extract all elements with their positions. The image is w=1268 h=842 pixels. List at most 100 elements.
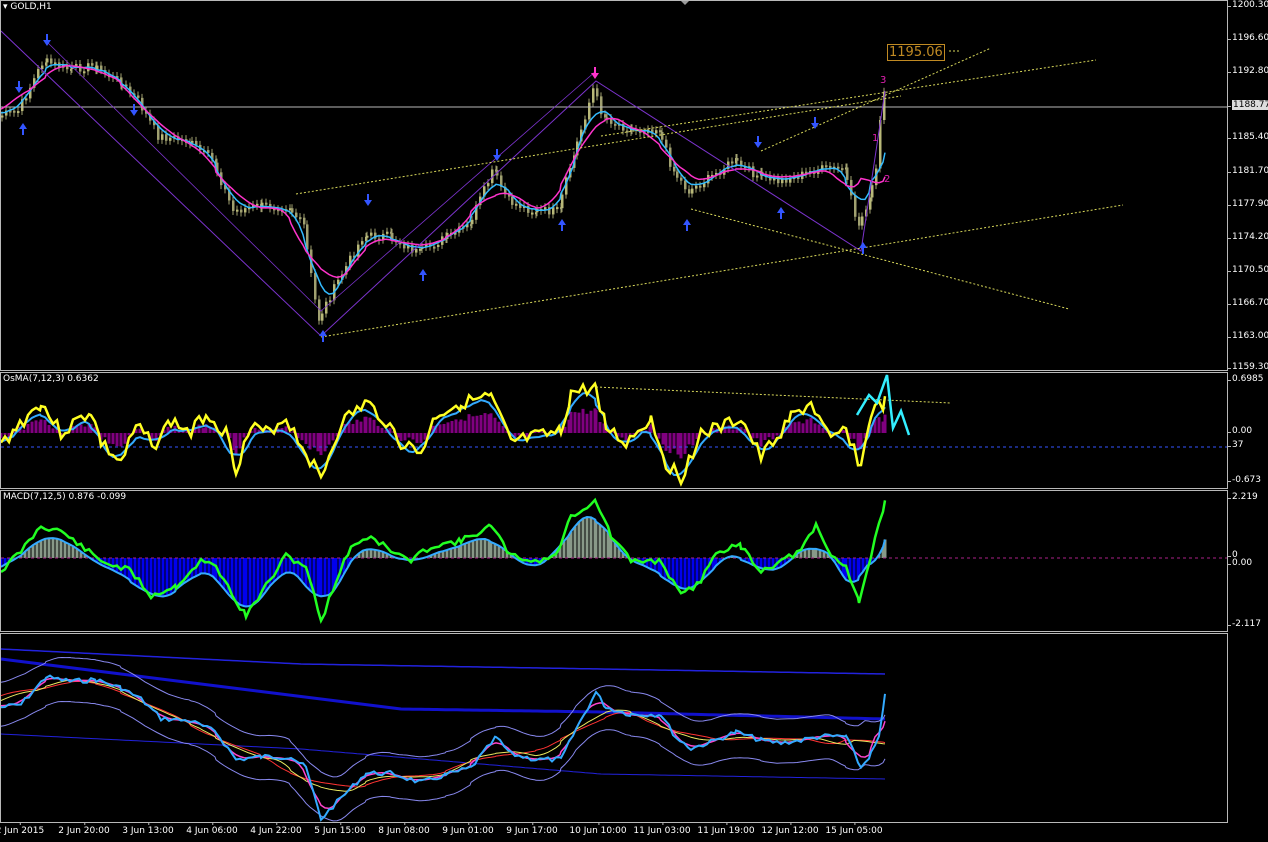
main-price-scale[interactable]: 1200.30 1196.60 1192.80 1188.77 1185.40 …	[1227, 0, 1268, 372]
candle-body	[861, 216, 864, 226]
zigzag-line-2	[45, 40, 597, 312]
fractal-up-arrow-icon	[683, 219, 691, 231]
trendline-upper	[295, 95, 902, 195]
candle-body	[291, 208, 294, 213]
price-line	[1, 674, 886, 822]
current-price-tag: 1188.77	[1227, 100, 1268, 110]
candle-body	[604, 114, 607, 118]
macd-scale: 2.219 0 0.00 -2.117	[1227, 490, 1268, 632]
candle-body	[321, 313, 324, 321]
main-chart-pane[interactable]: ▾ GOLD,H1 1195.06 3 1 2	[0, 0, 1228, 371]
candle-body	[100, 65, 103, 71]
price-tick: 1192.80	[1227, 66, 1268, 76]
candle-body	[471, 219, 474, 225]
candle-body	[592, 88, 595, 103]
candle-body	[731, 161, 734, 164]
candle-body	[91, 63, 94, 66]
candle-body	[25, 98, 28, 101]
candle-body	[688, 189, 691, 194]
price-tick: 1166.70	[1227, 298, 1268, 308]
candle-body	[556, 207, 559, 210]
candle-body	[37, 69, 40, 79]
time-tick: 15 Jun 05:00	[825, 822, 883, 836]
price-tick: 1177.90	[1227, 199, 1268, 209]
candle-body	[487, 183, 490, 187]
time-tick: 2 Jun 2015	[0, 822, 44, 836]
candle-body	[83, 71, 86, 74]
candle-body	[419, 248, 422, 251]
macd-tick: -2.117	[1227, 619, 1262, 629]
candle-body	[661, 131, 664, 140]
candle-body	[596, 88, 599, 97]
candle-body	[137, 95, 140, 98]
chart-menu-triangle-icon[interactable]: ▾	[3, 2, 8, 12]
candle-body	[403, 244, 406, 249]
candle-body	[588, 102, 591, 120]
trendline-upper-2	[600, 59, 1097, 137]
osma-tick: -0.673	[1227, 475, 1262, 485]
candle-body	[361, 241, 364, 245]
candle-body	[680, 177, 683, 181]
candle-body	[299, 217, 302, 220]
candle-body	[433, 246, 436, 249]
fractal-up-arrow-icon	[558, 219, 566, 231]
price-tick: 1181.70	[1227, 166, 1268, 176]
fractal-down-arrow-icon	[811, 117, 819, 129]
time-tick: 2 Jun 20:00	[58, 822, 110, 836]
fractal-down-arrow-icon	[493, 149, 501, 161]
candle-body	[437, 244, 440, 248]
macd-tick: 2.219	[1228, 492, 1258, 502]
price-chart	[1, 1, 1227, 342]
osma-tick: 37	[1227, 440, 1244, 450]
osma-scale: 0.6985 0.00 37 -0.673	[1227, 372, 1268, 489]
candle-body	[165, 134, 168, 141]
candle-body	[869, 197, 872, 210]
candle-body	[854, 195, 857, 217]
candle-body	[756, 175, 759, 178]
candle-body	[871, 185, 874, 198]
fractal-down-arrow-icon	[364, 194, 372, 206]
time-axis: 2 Jun 2015 2 Jun 20:00 3 Jun 13:00 4 Jun…	[0, 822, 1268, 842]
candle-body	[41, 65, 44, 70]
price-tick: 1159.30	[1227, 362, 1268, 372]
wave-label-3: 3	[880, 75, 887, 86]
candle-body	[244, 208, 247, 213]
candle-body	[295, 212, 298, 218]
candle-body	[736, 158, 739, 161]
candle-body	[265, 202, 268, 205]
candle-body	[846, 167, 849, 180]
candle-body	[655, 130, 658, 134]
time-tick: 3 Jun 13:00	[122, 822, 174, 836]
candle-body	[511, 196, 514, 205]
candle-body	[561, 194, 564, 209]
candle-body	[684, 180, 687, 190]
osma-label: OsMA(7,12,3) 0.6362	[3, 374, 99, 384]
osma-indicator-pane[interactable]: OsMA(7,12,3) 0.6362	[0, 372, 1228, 489]
time-tick: 8 Jun 08:00	[378, 822, 430, 836]
osma-trendline	[595, 386, 952, 404]
time-tick: 10 Jun 10:00	[569, 822, 627, 836]
candle-body	[314, 273, 317, 300]
fractal-down-arrow-icon	[130, 104, 138, 116]
macd-indicator-pane[interactable]: MACD(7,12,5) 0.876 -0.099	[0, 490, 1228, 632]
osma-tick: 0.6985	[1228, 374, 1264, 384]
candle-body	[169, 137, 172, 141]
time-tick: 11 Jun 03:00	[633, 822, 691, 836]
candle-body	[303, 217, 306, 225]
candle-body	[841, 168, 844, 171]
candle-body	[614, 123, 617, 126]
candle-body	[1, 115, 4, 118]
candle-body	[789, 178, 792, 183]
fractal-up-arrow-icon	[859, 242, 867, 254]
bands-indicator-pane[interactable]	[0, 633, 1228, 823]
fractal-up-arrow-icon	[777, 207, 785, 219]
candle-body	[531, 212, 534, 215]
candle-body	[240, 209, 243, 213]
zigzag-line	[1, 30, 886, 337]
candle-body	[161, 134, 164, 140]
price-tick: 1174.20	[1227, 232, 1268, 242]
candle-body	[46, 58, 49, 63]
candle-body	[695, 185, 698, 189]
candle-body	[515, 203, 518, 206]
time-tick: 12 Jun 12:00	[761, 822, 819, 836]
